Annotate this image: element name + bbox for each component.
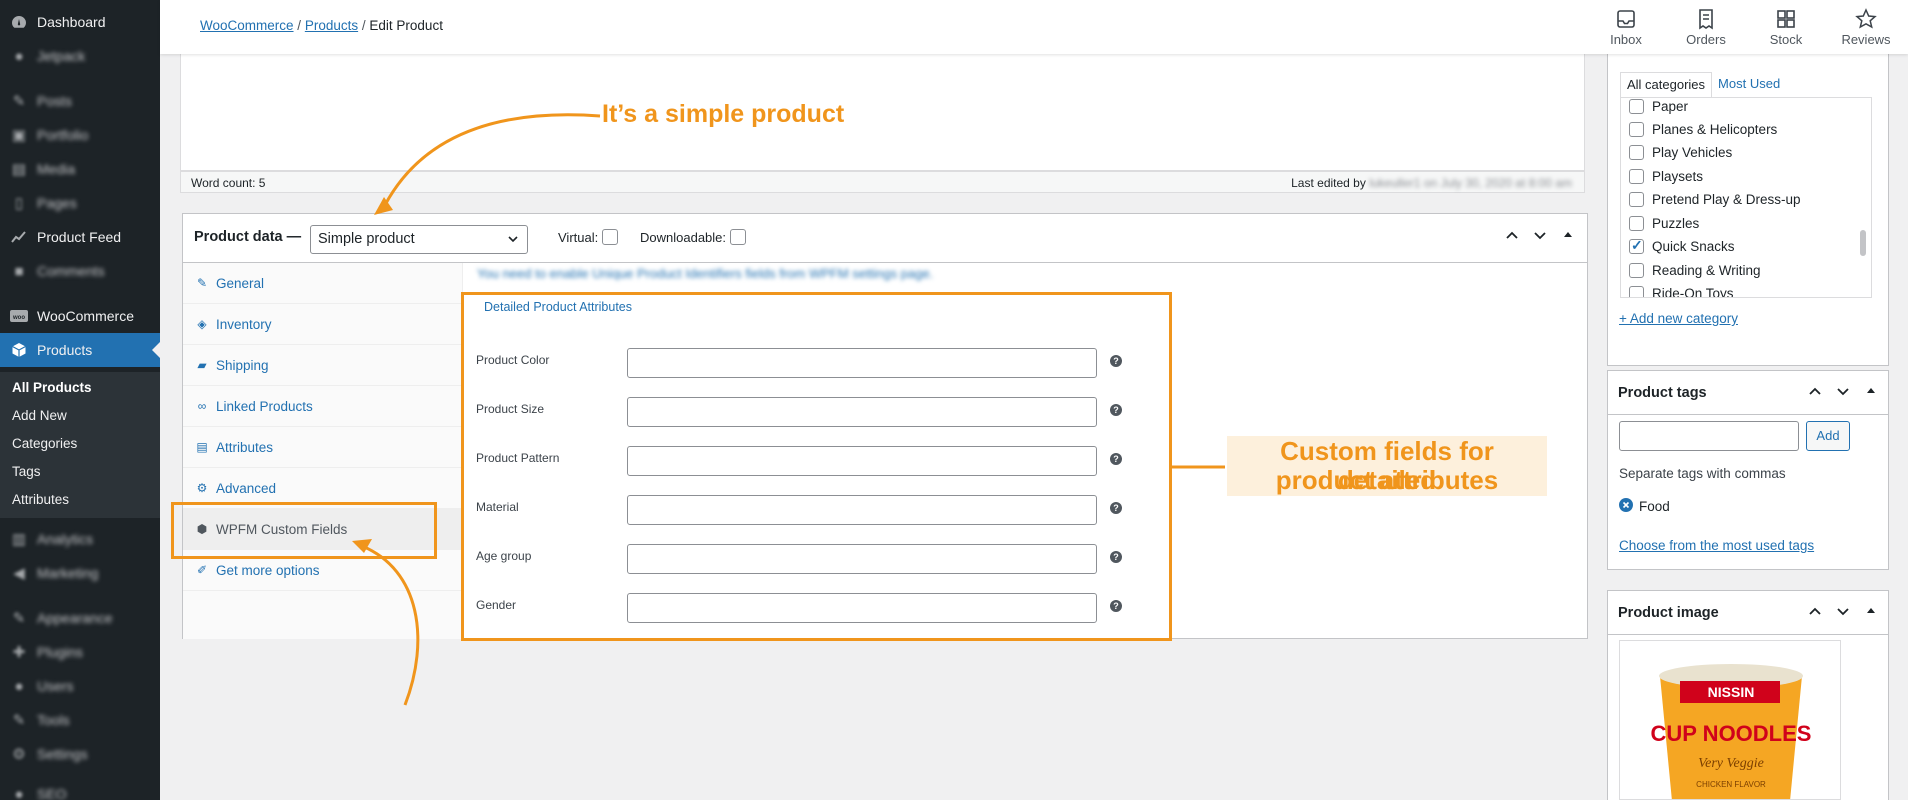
annotation-simple-product: It’s a simple product <box>602 100 845 128</box>
reviews-label: Reviews <box>1841 32 1891 47</box>
reviews-button[interactable]: Reviews <box>1836 8 1896 47</box>
stock-icon <box>1777 10 1795 28</box>
woocommerce-header: WooCommerce / Products / Edit Product In… <box>160 0 1908 54</box>
inbox-label: Inbox <box>1610 32 1642 47</box>
breadcrumb-current: Edit Product <box>369 18 443 33</box>
annotation-arrows <box>352 113 1225 706</box>
star-icon <box>1855 8 1877 29</box>
breadcrumb-woocommerce[interactable]: WooCommerce <box>200 18 294 33</box>
arrow-head-icon <box>374 197 393 215</box>
orders-button[interactable]: Orders <box>1676 8 1736 47</box>
stock-button[interactable]: Stock <box>1756 8 1816 47</box>
inbox-button[interactable]: Inbox <box>1596 8 1656 47</box>
breadcrumb-products[interactable]: Products <box>305 18 358 33</box>
orders-icon <box>1699 9 1713 30</box>
inbox-icon <box>1617 10 1635 28</box>
stock-label: Stock <box>1769 32 1803 47</box>
orders-label: Orders <box>1686 32 1726 47</box>
breadcrumb: WooCommerce / Products / Edit Product <box>200 18 443 33</box>
breadcrumb-separator: / <box>297 18 302 33</box>
annotation-custom-fields-line2: product attributes <box>1275 465 1499 495</box>
breadcrumb-separator: / <box>361 18 366 33</box>
